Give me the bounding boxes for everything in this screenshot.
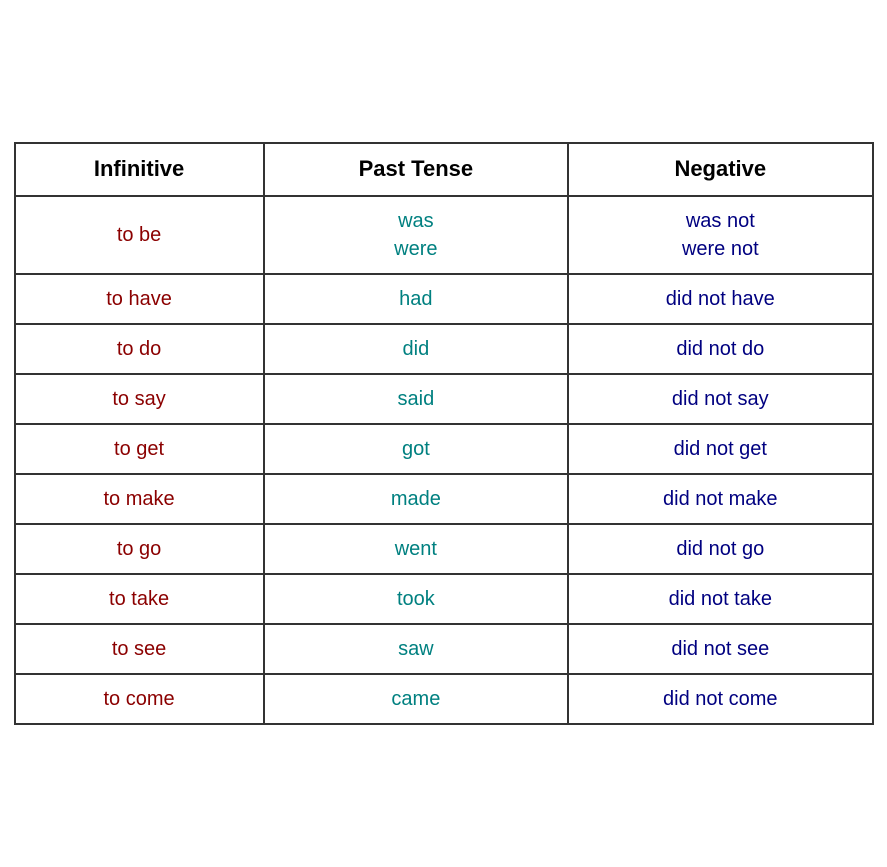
header-past-tense: Past Tense xyxy=(264,143,568,196)
negative-cell: did not have xyxy=(568,274,872,324)
past-tense-cell: took xyxy=(264,574,568,624)
past-tense-cell: got xyxy=(264,424,568,474)
past-tense-cell: came xyxy=(264,674,568,724)
negative-cell: did not come xyxy=(568,674,872,724)
negative-cell: did not take xyxy=(568,574,872,624)
infinitive-cell: to get xyxy=(15,424,264,474)
negative-cell: did not say xyxy=(568,374,872,424)
infinitive-cell: to have xyxy=(15,274,264,324)
infinitive-cell: to do xyxy=(15,324,264,374)
table-container: Infinitive Past Tense Negative to bewasw… xyxy=(14,142,874,725)
past-tense-cell: made xyxy=(264,474,568,524)
negative-cell: was notwere not xyxy=(568,196,872,274)
past-tense-cell: waswere xyxy=(264,196,568,274)
table-row: to seesawdid not see xyxy=(15,624,873,674)
table-row: to makemadedid not make xyxy=(15,474,873,524)
table-row: to comecamedid not come xyxy=(15,674,873,724)
negative-cell: did not go xyxy=(568,524,872,574)
verb-table: Infinitive Past Tense Negative to bewasw… xyxy=(14,142,874,725)
table-row: to bewaswerewas notwere not xyxy=(15,196,873,274)
table-row: to taketookdid not take xyxy=(15,574,873,624)
negative-cell: did not do xyxy=(568,324,872,374)
negative-cell: did not get xyxy=(568,424,872,474)
table-row: to havehaddid not have xyxy=(15,274,873,324)
infinitive-cell: to see xyxy=(15,624,264,674)
table-row: to gowentdid not go xyxy=(15,524,873,574)
header-infinitive: Infinitive xyxy=(15,143,264,196)
past-tense-cell: saw xyxy=(264,624,568,674)
negative-cell: did not make xyxy=(568,474,872,524)
negative-cell: did not see xyxy=(568,624,872,674)
infinitive-cell: to take xyxy=(15,574,264,624)
past-tense-cell: had xyxy=(264,274,568,324)
table-row: to saysaiddid not say xyxy=(15,374,873,424)
table-row: to getgotdid not get xyxy=(15,424,873,474)
header-row: Infinitive Past Tense Negative xyxy=(15,143,873,196)
infinitive-cell: to go xyxy=(15,524,264,574)
infinitive-cell: to be xyxy=(15,196,264,274)
header-negative: Negative xyxy=(568,143,872,196)
table-row: to dodiddid not do xyxy=(15,324,873,374)
past-tense-cell: went xyxy=(264,524,568,574)
past-tense-cell: said xyxy=(264,374,568,424)
infinitive-cell: to make xyxy=(15,474,264,524)
infinitive-cell: to come xyxy=(15,674,264,724)
infinitive-cell: to say xyxy=(15,374,264,424)
past-tense-cell: did xyxy=(264,324,568,374)
